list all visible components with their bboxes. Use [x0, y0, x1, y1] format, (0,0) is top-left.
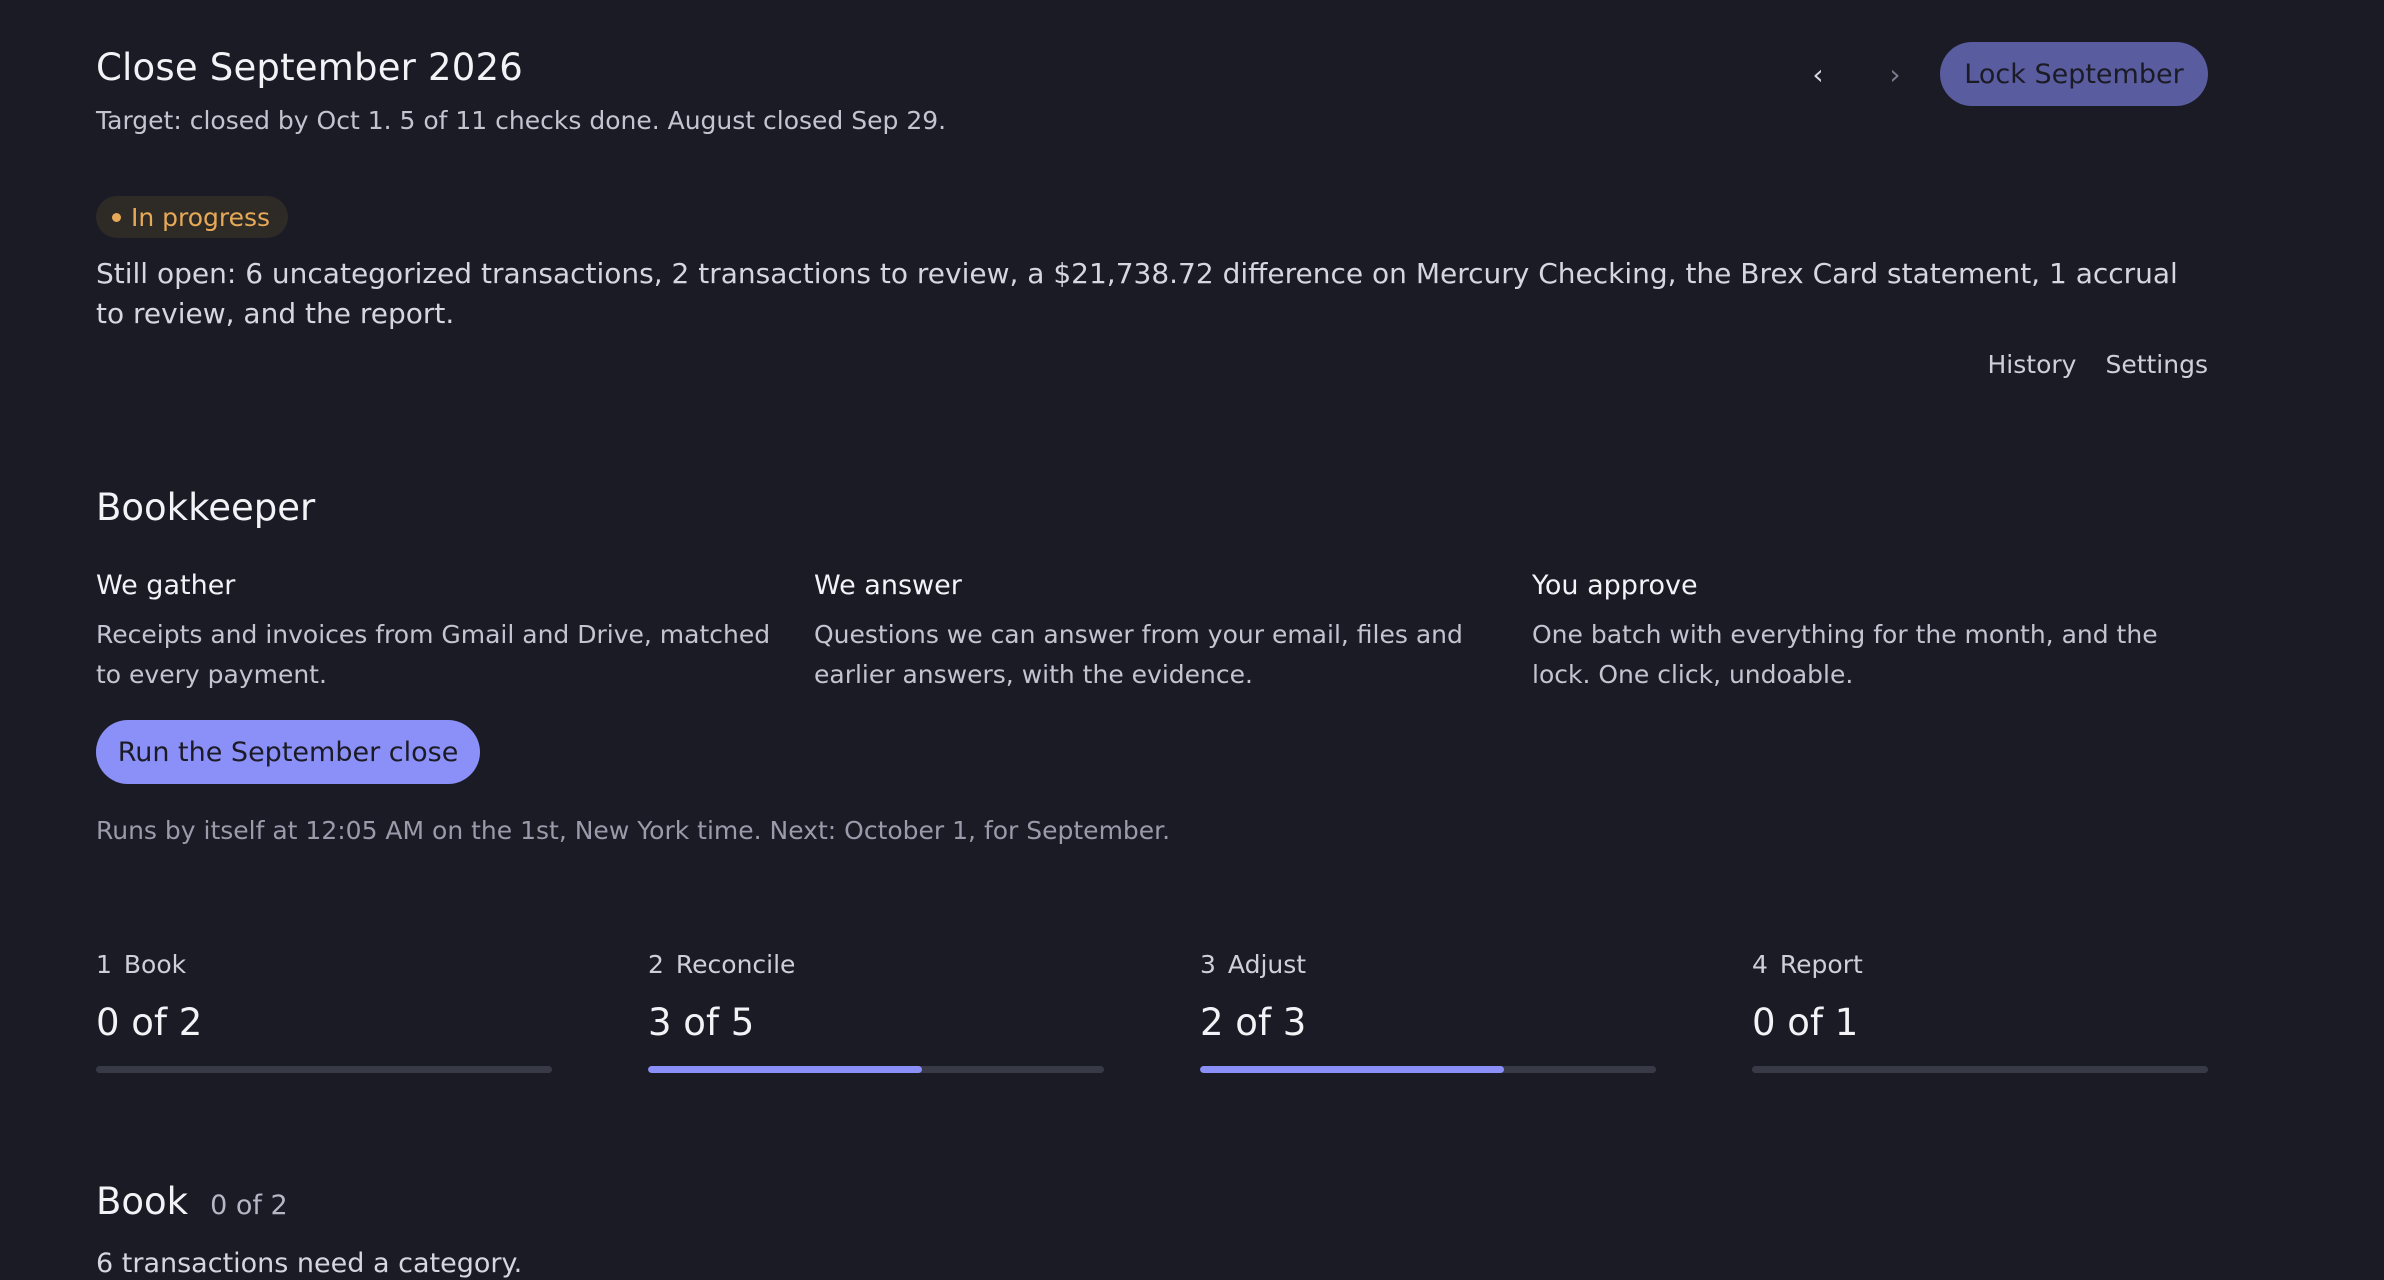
- column-title: We answer: [814, 570, 962, 601]
- header-links: History Settings: [1988, 350, 2209, 379]
- progress-fill: [1200, 1066, 1504, 1073]
- page-title: Close September 2026: [96, 46, 523, 89]
- book-section-note: 6 transactions need a category.: [96, 1248, 523, 1279]
- step-book[interactable]: 1 Book 0 of 2: [96, 950, 552, 1073]
- column-text: Questions we can answer from your email,…: [814, 620, 1463, 689]
- step-progress-bar: [648, 1066, 1104, 1073]
- step-progress-bar: [96, 1066, 552, 1073]
- column-text: Receipts and invoices from Gmail and Dri…: [96, 620, 771, 689]
- bookkeeper-title: Bookkeeper: [96, 486, 316, 529]
- status-badge-label: In progress: [131, 202, 271, 232]
- step-count: 0 of 1: [1752, 1001, 1859, 1044]
- step-label: 2 Reconcile: [648, 950, 796, 979]
- column-text: One batch with everything for the month,…: [1532, 620, 2158, 689]
- bookkeeper-column-answer: We answer Questions we can answer from y…: [814, 570, 1504, 695]
- bookkeeper-column-approve: You approve One batch with everything fo…: [1532, 570, 2222, 695]
- step-progress-bar: [1200, 1066, 1656, 1073]
- lock-september-button[interactable]: Lock September: [1940, 42, 2208, 106]
- step-adjust[interactable]: 3 Adjust 2 of 3: [1200, 950, 1656, 1073]
- step-count: 2 of 3: [1200, 1001, 1307, 1044]
- chevron-left-icon[interactable]: ‹: [1796, 52, 1840, 96]
- column-title: We gather: [96, 570, 236, 601]
- step-progress-bar: [1752, 1066, 2208, 1073]
- book-section-header: Book 0 of 2: [96, 1180, 288, 1223]
- settings-link[interactable]: Settings: [2105, 350, 2208, 379]
- step-label: 4 Report: [1752, 950, 1863, 979]
- book-section-count: 0 of 2: [210, 1190, 288, 1221]
- status-badge: In progress: [96, 196, 289, 238]
- status-dot-icon: [112, 212, 121, 222]
- step-label: 3 Adjust: [1200, 950, 1307, 979]
- book-section-title: Book: [96, 1180, 189, 1223]
- bookkeeper-column-gather: We gather Receipts and invoices from Gma…: [96, 570, 786, 695]
- still-open-summary: Still open: 6 uncategorized transactions…: [96, 257, 2178, 330]
- progress-fill: [648, 1066, 922, 1073]
- run-close-button[interactable]: Run the September close: [96, 720, 480, 784]
- history-link[interactable]: History: [1988, 350, 2077, 379]
- step-report[interactable]: 4 Report 0 of 1: [1752, 950, 2208, 1073]
- step-count: 0 of 2: [96, 1001, 203, 1044]
- chevron-right-icon[interactable]: ›: [1873, 52, 1917, 96]
- step-reconcile[interactable]: 2 Reconcile 3 of 5: [648, 950, 1104, 1073]
- page-subtitle: Target: closed by Oct 1. 5 of 11 checks …: [96, 106, 947, 135]
- step-label: 1 Book: [96, 950, 187, 979]
- schedule-note: Runs by itself at 12:05 AM on the 1st, N…: [96, 816, 1171, 845]
- step-count: 3 of 5: [648, 1001, 755, 1044]
- column-title: You approve: [1532, 570, 1698, 601]
